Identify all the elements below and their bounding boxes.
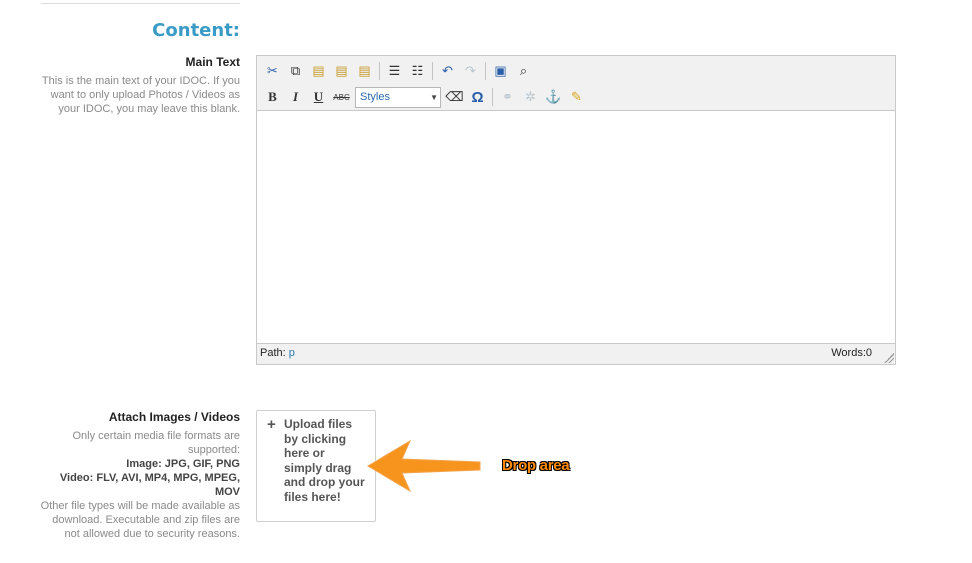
toolbar-separator — [379, 62, 380, 80]
chevron-down-icon: ▼ — [430, 92, 438, 102]
redo-icon[interactable]: ↷ — [459, 60, 482, 82]
numbered-list-icon[interactable]: ☷ — [406, 60, 429, 82]
source-code-icon[interactable]: ▣ — [489, 60, 512, 82]
word-count: Words:0 — [831, 347, 872, 359]
attach-help-intro: Only certain media file formats are supp… — [72, 430, 240, 456]
upload-instructions: Upload files by clicking here or simply … — [284, 417, 365, 504]
eraser-icon[interactable]: ⌫ — [443, 86, 466, 108]
copy-icon[interactable]: ⧉ — [284, 60, 307, 82]
editor-toolbar-row-2: B I U ABC Styles ▼ ⌫ Ω ⚭ ✲ ⚓ ✎ — [261, 85, 588, 109]
paste-text-icon[interactable]: ▤ — [330, 60, 353, 82]
paste-icon[interactable]: ▤ — [307, 60, 330, 82]
paste-word-icon[interactable]: ▤ — [353, 60, 376, 82]
arrow-left-icon — [367, 439, 481, 493]
toolbar-separator — [485, 62, 486, 80]
toolbar-separator — [492, 88, 493, 106]
toolbar-separator — [432, 62, 433, 80]
bullet-list-icon[interactable]: ☰ — [383, 60, 406, 82]
resize-handle-icon[interactable] — [884, 353, 894, 363]
bold-button[interactable]: B — [261, 86, 284, 108]
attach-label: Attach Images / Videos — [108, 410, 240, 424]
strikethrough-button[interactable]: ABC — [330, 86, 353, 108]
editor-path: Path: p — [260, 347, 295, 359]
undo-icon[interactable]: ↶ — [436, 60, 459, 82]
path-element-link[interactable]: p — [289, 347, 295, 359]
image-formats: Image: JPG, GIF, PNG — [126, 458, 240, 470]
cut-icon[interactable]: ✂ — [261, 60, 284, 82]
special-char-icon[interactable]: Ω — [466, 86, 489, 108]
anchor-icon[interactable]: ⚓ — [542, 86, 565, 108]
main-text-label: Main Text — [185, 55, 240, 69]
upload-drop-zone[interactable]: + Upload files by clicking here or simpl… — [256, 410, 376, 522]
rich-text-editor: ✂ ⧉ ▤ ▤ ▤ ☰ ☷ ↶ ↷ ▣ ⌕ B I U ABC Styles ▼… — [256, 55, 896, 365]
editor-body[interactable] — [257, 110, 895, 344]
link-icon[interactable]: ⚭ — [496, 86, 519, 108]
cleanup-brush-icon[interactable]: ✎ — [565, 86, 588, 108]
section-title: Content: — [152, 20, 240, 41]
plus-icon: + — [267, 416, 276, 433]
attach-help: Only certain media file formats are supp… — [36, 429, 240, 541]
drop-area-annotation: Drop area — [502, 457, 570, 474]
main-text-help: This is the main text of your IDOC. If y… — [41, 75, 240, 115]
preview-icon[interactable]: ⌕ — [512, 60, 535, 82]
top-divider — [41, 3, 240, 4]
video-formats: Video: FLV, AVI, MP4, MPG, MPEG, MOV — [59, 472, 240, 498]
unlink-icon[interactable]: ✲ — [519, 86, 542, 108]
italic-button[interactable]: I — [284, 86, 307, 108]
attach-help-outro: Other file types will be made available … — [40, 500, 240, 540]
path-label: Path: — [260, 347, 286, 359]
underline-button[interactable]: U — [307, 86, 330, 108]
styles-dropdown-value: Styles — [360, 91, 390, 103]
styles-dropdown[interactable]: Styles ▼ — [355, 86, 441, 108]
editor-toolbar-row-1: ✂ ⧉ ▤ ▤ ▤ ☰ ☷ ↶ ↷ ▣ ⌕ — [261, 59, 535, 83]
